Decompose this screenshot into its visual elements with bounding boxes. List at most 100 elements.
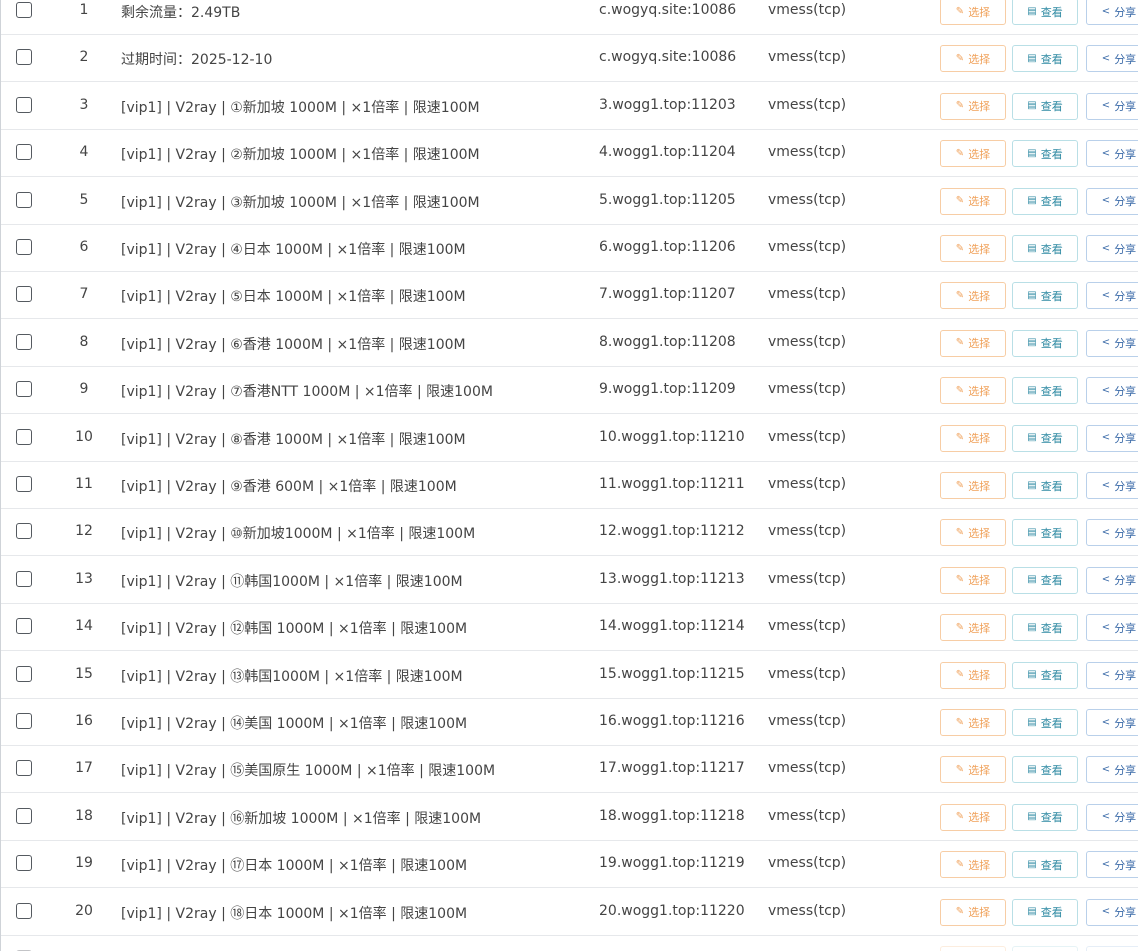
row-checkbox[interactable] (16, 807, 32, 824)
select-button[interactable]: ✎ 选择 (940, 92, 1006, 120)
row-checkbox[interactable] (16, 523, 32, 540)
row-checkbox[interactable] (16, 713, 32, 729)
row-checkbox[interactable] (16, 902, 32, 919)
share-button[interactable]: < 分享 (1086, 329, 1138, 357)
node-protocol: vmess(tcp) (768, 381, 847, 398)
select-button[interactable]: ✎ 选择 (940, 187, 1006, 215)
share-label: 分享 (1114, 811, 1137, 825)
view-button[interactable]: ▤ 查看 (1012, 709, 1078, 736)
select-button[interactable]: ✎ 选择 (940, 140, 1006, 168)
row-checkbox[interactable] (16, 665, 32, 682)
row-checkbox[interactable] (16, 286, 32, 303)
select-button[interactable]: ✎ 选择 (940, 235, 1006, 262)
share-button[interactable]: < 分享 (1086, 92, 1138, 120)
select-button[interactable]: ✎ 选择 (940, 424, 1006, 452)
share-button[interactable]: < 分享 (1086, 0, 1138, 25)
share-icon: < (1101, 289, 1111, 301)
select-button[interactable]: ✎ 选择 (940, 803, 1006, 831)
share-button[interactable]: < 分享 (1086, 140, 1138, 168)
row-checkbox[interactable] (16, 49, 32, 66)
select-button[interactable]: ✎ 选择 (940, 661, 1006, 689)
share-button[interactable]: < 分享 (1086, 851, 1138, 879)
select-button[interactable]: ✎ 选择 (940, 472, 1006, 499)
view-button[interactable] (1012, 946, 1078, 951)
row-checkbox[interactable] (16, 760, 32, 777)
row-checkbox[interactable] (16, 333, 32, 350)
node-address: 12.wogg1.top:11212 (599, 523, 745, 540)
view-button[interactable]: ▤ 查看 (1012, 0, 1078, 25)
share-icon: < (1101, 526, 1111, 538)
view-button[interactable]: ▤ 查看 (1012, 661, 1078, 689)
share-button[interactable]: < 分享 (1086, 424, 1138, 452)
select-button[interactable] (940, 946, 1006, 951)
view-button[interactable]: ▤ 查看 (1012, 851, 1078, 879)
select-button[interactable]: ✎ 选择 (940, 566, 1006, 594)
table-row: 16 [vip1] | V2ray | ⑭美国 1000M | ×1倍率 | 限速… (1, 699, 1138, 746)
select-button[interactable]: ✎ 选择 (940, 329, 1006, 357)
select-button[interactable]: ✎ 选择 (940, 282, 1006, 310)
row-checkbox[interactable] (16, 239, 32, 255)
share-button[interactable]: < 分享 (1086, 45, 1138, 73)
view-button[interactable]: ▤ 查看 (1012, 140, 1078, 168)
select-label: 选择 (968, 574, 991, 588)
share-button[interactable]: < 分享 (1086, 519, 1138, 547)
node-name: [vip1] | V2ray | ⑥香港 1000M | ×1倍率 | 限速10… (121, 336, 466, 353)
row-checkbox[interactable] (16, 144, 32, 161)
pencil-icon: ✎ (955, 52, 965, 64)
select-button[interactable]: ✎ 选择 (940, 614, 1006, 642)
row-checkbox[interactable] (16, 428, 32, 445)
share-button[interactable]: < 分享 (1086, 472, 1138, 499)
share-button[interactable]: < 分享 (1086, 614, 1138, 642)
share-button[interactable]: < 分享 (1086, 235, 1138, 262)
share-button[interactable]: < 分享 (1086, 709, 1138, 736)
view-button[interactable]: ▤ 查看 (1012, 803, 1078, 831)
share-button[interactable]: < 分享 (1086, 803, 1138, 831)
row-checkbox[interactable] (16, 381, 32, 398)
view-button[interactable]: ▤ 查看 (1012, 282, 1078, 310)
share-label: 分享 (1114, 242, 1137, 256)
share-button[interactable] (1086, 946, 1138, 951)
view-button[interactable]: ▤ 查看 (1012, 566, 1078, 594)
view-label: 查看 (1040, 289, 1063, 303)
share-button[interactable]: < 分享 (1086, 566, 1138, 594)
view-button[interactable]: ▤ 查看 (1012, 614, 1078, 642)
row-checkbox[interactable] (16, 570, 32, 587)
view-button[interactable]: ▤ 查看 (1012, 424, 1078, 452)
select-button[interactable]: ✎ 选择 (940, 45, 1006, 73)
select-button[interactable]: ✎ 选择 (940, 519, 1006, 547)
select-button[interactable]: ✎ 选择 (940, 377, 1006, 405)
view-button[interactable]: ▤ 查看 (1012, 377, 1078, 405)
select-button[interactable]: ✎ 选择 (940, 851, 1006, 879)
select-button[interactable]: ✎ 选择 (940, 756, 1006, 784)
select-button[interactable]: ✎ 选择 (940, 709, 1006, 736)
row-checkbox[interactable] (16, 618, 32, 635)
share-button[interactable]: < 分享 (1086, 756, 1138, 784)
share-button[interactable]: < 分享 (1086, 187, 1138, 215)
view-button[interactable]: ▤ 查看 (1012, 519, 1078, 547)
view-label: 查看 (1040, 526, 1063, 540)
share-label: 分享 (1114, 5, 1137, 19)
share-button[interactable]: < 分享 (1086, 377, 1138, 405)
view-button[interactable]: ▤ 查看 (1012, 235, 1078, 262)
view-button[interactable]: ▤ 查看 (1012, 756, 1078, 784)
share-button[interactable]: < 分享 (1086, 282, 1138, 310)
row-checkbox[interactable] (16, 476, 32, 492)
view-button[interactable]: ▤ 查看 (1012, 187, 1078, 215)
view-button[interactable]: ▤ 查看 (1012, 92, 1078, 120)
select-button[interactable]: ✎ 选择 (940, 898, 1006, 926)
row-checkbox[interactable] (16, 96, 32, 113)
row-checkbox[interactable] (16, 2, 32, 18)
view-button[interactable]: ▤ 查看 (1012, 45, 1078, 73)
document-icon: ▤ (1027, 195, 1037, 207)
share-button[interactable]: < 分享 (1086, 898, 1138, 926)
pencil-icon: ✎ (955, 5, 965, 17)
select-label: 选择 (968, 669, 991, 683)
row-checkbox[interactable] (16, 191, 32, 208)
view-button[interactable]: ▤ 查看 (1012, 898, 1078, 926)
select-button[interactable]: ✎ 选择 (940, 0, 1006, 25)
share-icon: < (1101, 621, 1111, 633)
share-button[interactable]: < 分享 (1086, 661, 1138, 689)
row-checkbox[interactable] (16, 855, 32, 872)
view-button[interactable]: ▤ 查看 (1012, 472, 1078, 499)
view-button[interactable]: ▤ 查看 (1012, 329, 1078, 357)
